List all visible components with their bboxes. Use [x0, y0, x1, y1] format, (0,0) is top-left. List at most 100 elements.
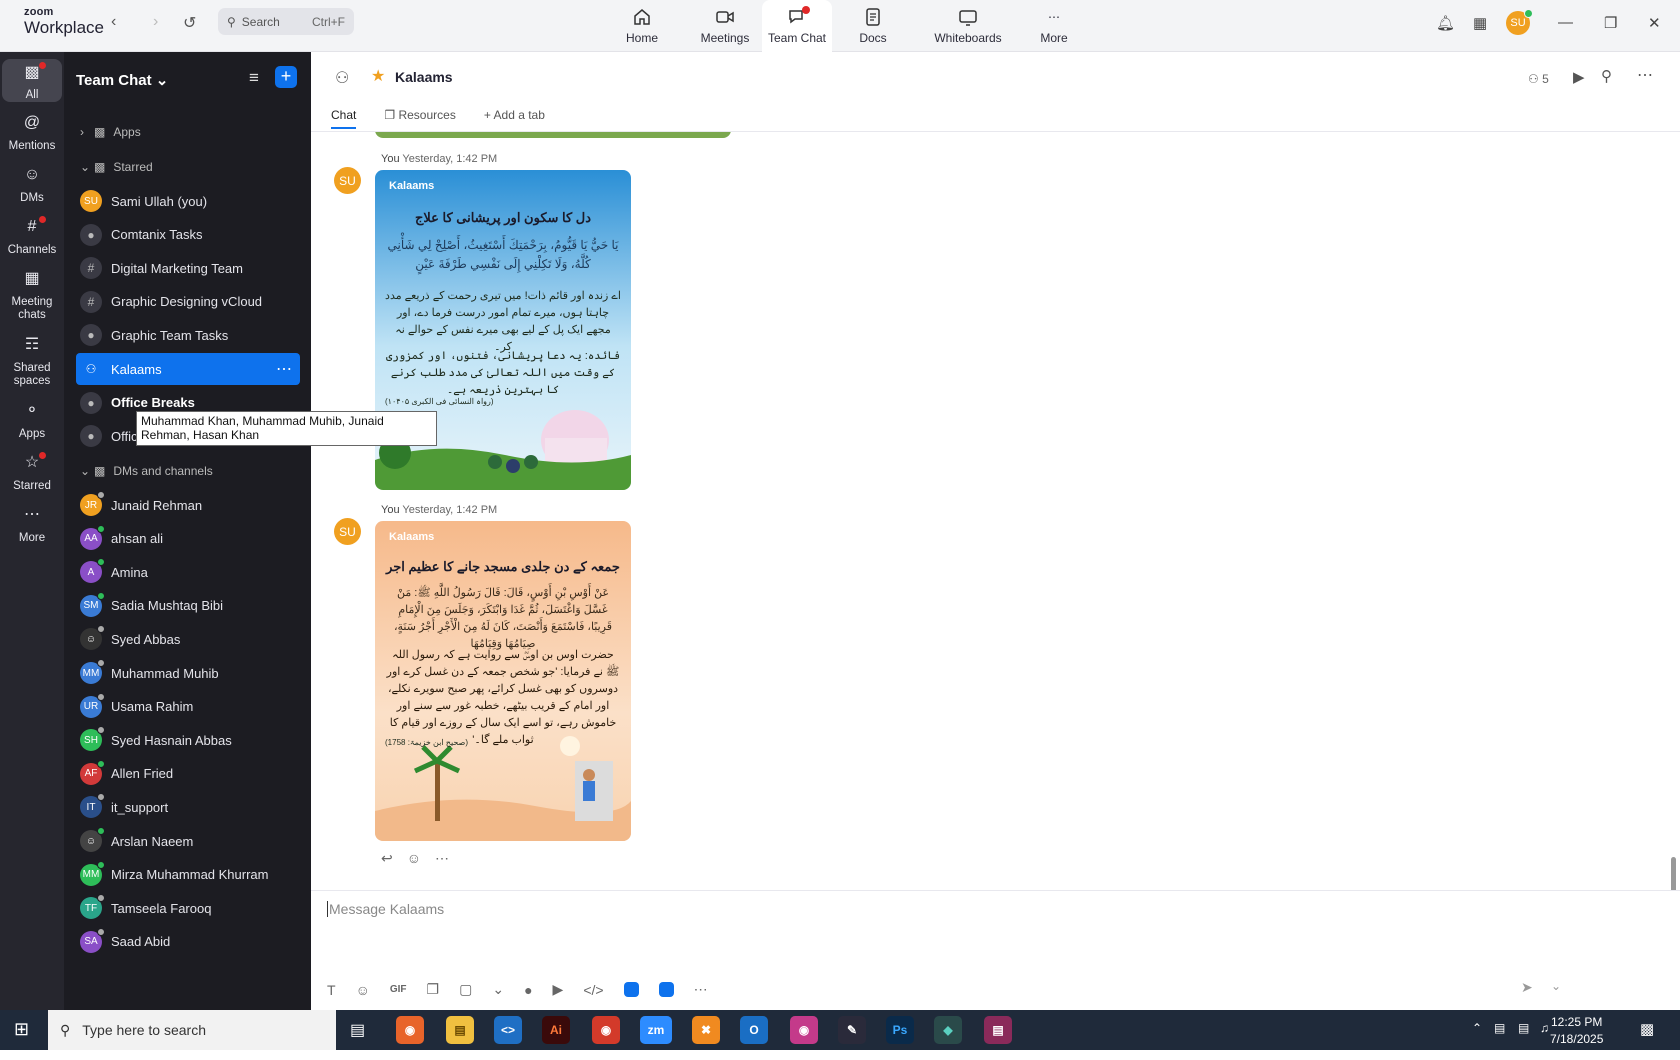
history-icon[interactable]: ↺ [183, 13, 196, 33]
close-icon[interactable]: ✕ [1648, 14, 1661, 32]
video-call-icon[interactable]: ▶ [1573, 68, 1585, 86]
creative-cloud-icon[interactable]: ◉ [790, 1016, 818, 1044]
rail-channels[interactable]: # Channels [2, 216, 62, 257]
nav-team-chat[interactable]: Team Chat [762, 0, 832, 52]
emoji-icon[interactable]: ☺ [356, 982, 370, 998]
tab-chat[interactable]: Chat [331, 108, 357, 129]
rail-starred[interactable]: ☆ Starred [2, 452, 62, 493]
xampp-icon[interactable]: ✖ [692, 1016, 720, 1044]
search-bar[interactable]: ⚲ Search Ctrl+F [218, 8, 354, 35]
dm-item[interactable]: ☺ Syed Abbas [76, 623, 300, 655]
rail-shared-spaces[interactable]: ☶ Shared spaces [2, 336, 62, 387]
tab-resources[interactable]: ❐ Resources [384, 108, 455, 129]
dm-item[interactable]: TF Tamseela Farooq [76, 892, 300, 924]
dm-item[interactable]: AA ahsan ali [76, 523, 300, 555]
starred-item[interactable]: SU Sami Ullah (you) [76, 185, 300, 217]
more-dots-icon[interactable]: ⋯ [435, 850, 449, 867]
firefox-icon[interactable]: ◉ [396, 1016, 424, 1044]
screenshot-icon[interactable]: ▢ [459, 981, 472, 998]
photoshop-icon[interactable]: Ps [886, 1016, 914, 1044]
sender-avatar[interactable]: SU [334, 518, 361, 545]
apps-section[interactable]: › ▩ Apps [76, 116, 300, 148]
rail-meeting-chats[interactable]: ▦ Meeting chats [2, 270, 62, 321]
starred-item[interactable]: # Graphic Designing vCloud [76, 286, 300, 318]
star-filled-icon[interactable]: ★ [371, 66, 385, 86]
gif-icon[interactable]: GIF [390, 984, 407, 995]
rail-dms[interactable]: ☺ DMs [2, 166, 62, 205]
microphone-icon[interactable]: ● [524, 982, 532, 998]
emoji-icon[interactable]: ☺ [407, 850, 421, 867]
starred-item[interactable]: ● Graphic Team Tasks [76, 319, 300, 351]
illustrator-icon[interactable]: Ai [542, 1016, 570, 1044]
starred-item[interactable]: # Digital Marketing Team [76, 252, 300, 284]
restore-icon[interactable]: ❐ [1604, 14, 1617, 32]
calendar-icon[interactable]: ▦ [1473, 14, 1487, 32]
file-icon[interactable]: ❐ [427, 981, 440, 998]
send-icon[interactable]: ➤ [1521, 979, 1533, 996]
chrome-icon[interactable]: ◉ [592, 1016, 620, 1044]
file-explorer-icon[interactable]: ▤ [446, 1016, 474, 1044]
dm-item[interactable]: SA Saad Abid [76, 926, 300, 958]
nav-whiteboards[interactable]: Whiteboards [930, 0, 1006, 52]
message-scrollbar[interactable] [1671, 857, 1676, 890]
bell-icon[interactable]: 🔔︎ [1436, 14, 1455, 32]
rail-more[interactable]: ⋯ More [2, 506, 62, 545]
sender-avatar[interactable]: SU [334, 167, 361, 194]
nav-meetings[interactable]: Meetings [696, 0, 754, 52]
more-dots-icon[interactable]: ⋯ [694, 981, 708, 998]
dm-item[interactable]: A Amina [76, 556, 300, 588]
nav-more[interactable]: ⋯ More [1032, 0, 1076, 52]
dm-item[interactable]: ☺ Arslan Naeem [76, 825, 300, 857]
code-icon[interactable]: </> [583, 982, 603, 998]
dm-item[interactable]: MM Muhammad Muhib [76, 657, 300, 689]
chevron-up-icon[interactable]: ⌃ [1472, 1021, 1482, 1035]
previous-image[interactable] [375, 132, 731, 138]
nav-docs[interactable]: Docs [848, 0, 898, 52]
app-icon[interactable]: ◆ [934, 1016, 962, 1044]
starred-item[interactable]: ⚇ Kalaams ⋯ [76, 353, 300, 385]
dms-section[interactable]: ⌄ ▩ DMs and channels [76, 455, 300, 487]
dm-item[interactable]: SM Sadia Mushtaq Bibi [76, 590, 300, 622]
back-icon[interactable]: ‹ [111, 13, 116, 31]
more-dots-icon[interactable]: ⋯ [276, 359, 292, 379]
task-view-icon[interactable]: ▤ [350, 1020, 365, 1040]
message-input[interactable]: Message Kalaams [327, 901, 444, 917]
video-message-icon[interactable]: ▶ [553, 981, 564, 998]
channel-name[interactable]: Kalaams [395, 69, 453, 85]
winrar-icon[interactable]: ▤ [984, 1016, 1012, 1044]
member-count[interactable]: ⚇ 5 [1528, 72, 1549, 86]
starred-item[interactable]: ● Comtanix Tasks [76, 219, 300, 251]
starred-section[interactable]: ⌄ ▩ Starred [76, 151, 300, 183]
user-avatar[interactable]: SU [1506, 9, 1533, 35]
forward-icon[interactable]: › [153, 13, 158, 31]
nav-home[interactable]: Home [620, 0, 664, 52]
app-2-icon[interactable] [658, 982, 674, 997]
pen-tool-icon[interactable]: ✎ [838, 1016, 866, 1044]
network-icon[interactable]: ▤ [1494, 1021, 1505, 1035]
chevron-down-icon[interactable]: ⌄ [1551, 979, 1561, 993]
dm-item[interactable]: IT it_support [76, 791, 300, 823]
chevron-down-icon[interactable]: ⌄ [492, 981, 504, 998]
dm-item[interactable]: UR Usama Rahim [76, 691, 300, 723]
format-text-icon[interactable]: T [327, 982, 336, 998]
app-1-icon[interactable] [623, 982, 639, 997]
dm-item[interactable]: JR Junaid Rehman [76, 489, 300, 521]
windows-start-icon[interactable]: ⊞ [14, 1019, 29, 1040]
rail-apps[interactable]: ⚬ Apps [2, 402, 62, 441]
tab-add[interactable]: + Add a tab [484, 108, 545, 129]
dm-item[interactable]: MM Mirza Muhammad Khurram [76, 859, 300, 891]
more-dots-icon[interactable]: ⋯ [1637, 65, 1653, 85]
taskbar-search[interactable]: ⚲ Type here to search [48, 1010, 336, 1050]
system-clock[interactable]: 12:25 PM 7/18/2025 [1550, 1014, 1603, 1048]
notifications-icon[interactable]: ▩ [1640, 1020, 1654, 1038]
vscode-icon[interactable]: <> [494, 1016, 522, 1044]
wifi-icon[interactable]: ▤ [1518, 1021, 1529, 1035]
image-card-2[interactable]: Kalaams جمعہ کے دن جلدی مسجد جانے کا عظی… [375, 521, 631, 841]
reply-icon[interactable]: ↩ [381, 850, 393, 867]
rail-all[interactable]: ▩ All [2, 59, 62, 102]
minimize-icon[interactable]: — [1558, 14, 1573, 31]
rail-mentions[interactable]: @ Mentions [2, 114, 62, 153]
dm-item[interactable]: AF Allen Fried [76, 758, 300, 790]
search-icon[interactable]: ⚲ [1601, 67, 1612, 85]
outlook-icon[interactable]: O [740, 1016, 768, 1044]
